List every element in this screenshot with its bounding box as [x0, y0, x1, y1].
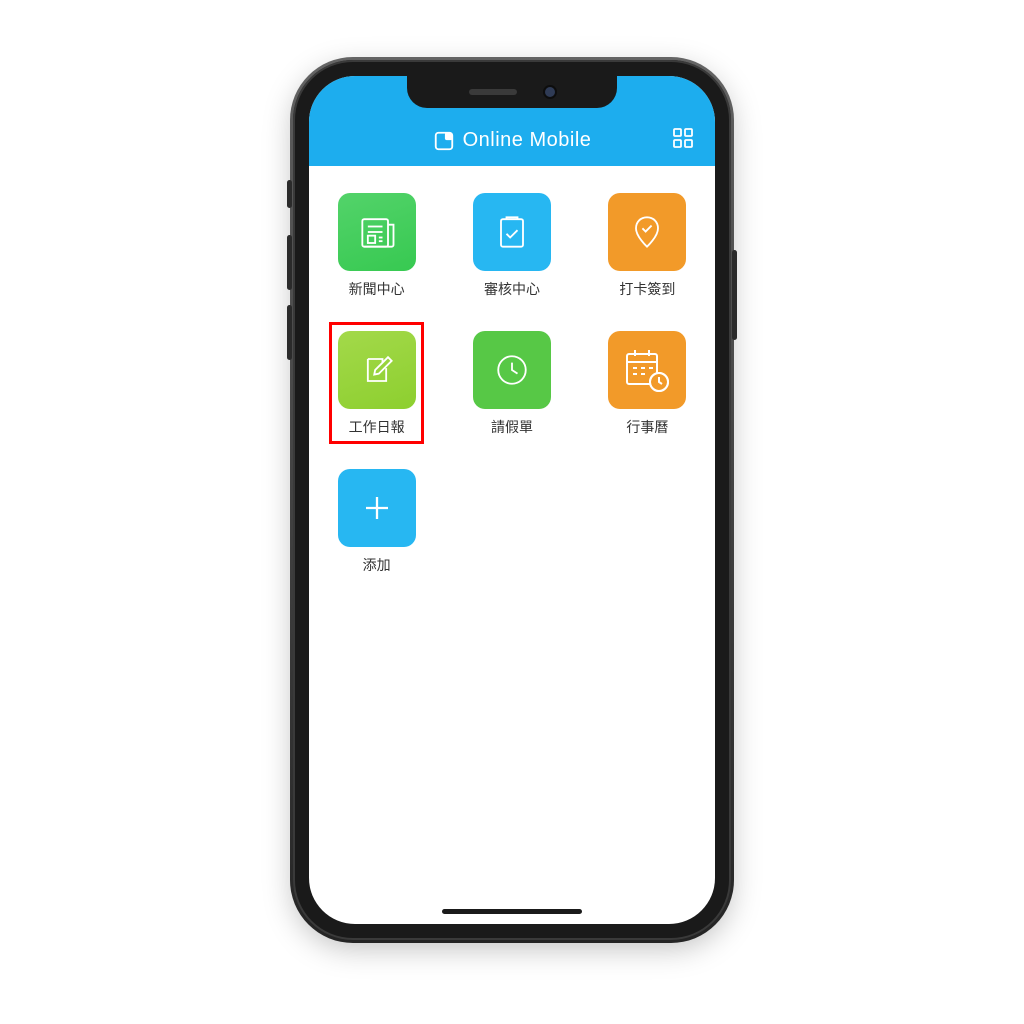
newspaper-icon: [355, 210, 399, 254]
app-item-report[interactable]: 工作日報: [329, 322, 424, 444]
app-tile: [338, 331, 416, 409]
app-label: 打卡簽到: [619, 279, 675, 299]
calendar-clock-icon: [621, 344, 673, 396]
app-label: 行事曆: [626, 417, 668, 437]
home-indicator[interactable]: [442, 909, 582, 914]
app-tile: [338, 469, 416, 547]
logo-square-icon: [433, 130, 455, 152]
plus-icon: [355, 486, 399, 530]
app-content: 新聞中心 審核中心: [309, 166, 715, 600]
power-button: [732, 250, 737, 340]
app-tile: [608, 331, 686, 409]
app-title: Online Mobile: [433, 129, 592, 152]
app-item-checkin[interactable]: 打卡簽到: [600, 184, 695, 306]
grid-menu-icon: [671, 126, 695, 150]
app-label: 審核中心: [484, 279, 540, 299]
app-item-leave[interactable]: 請假單: [464, 322, 559, 444]
front-camera: [545, 87, 555, 97]
volume-down-button: [287, 305, 292, 360]
app-item-add[interactable]: 添加: [329, 460, 424, 582]
notch: [407, 76, 617, 108]
app-tile: [473, 193, 551, 271]
app-label: 工作日報: [349, 417, 405, 437]
app-grid: 新聞中心 審核中心: [329, 184, 695, 582]
grid-menu-button[interactable]: [671, 126, 695, 150]
app-item-calendar[interactable]: 行事曆: [600, 322, 695, 444]
compose-icon: [355, 348, 399, 392]
app-label: 添加: [363, 555, 391, 575]
speaker-grille: [469, 89, 517, 95]
screen: Online Mobile: [309, 76, 715, 924]
phone-frame: Online Mobile: [293, 60, 731, 940]
clipboard-check-icon: [490, 210, 534, 254]
clock-icon: [490, 348, 534, 392]
silence-switch: [287, 180, 292, 208]
app-item-review[interactable]: 審核中心: [464, 184, 559, 306]
app-tile: [338, 193, 416, 271]
volume-up-button: [287, 235, 292, 290]
app-item-news[interactable]: 新聞中心: [329, 184, 424, 306]
app-tile: [608, 193, 686, 271]
app-tile: [473, 331, 551, 409]
app-title-text: Online Mobile: [463, 129, 592, 152]
app-label: 請假單: [491, 417, 533, 437]
app-label: 新聞中心: [349, 279, 405, 299]
location-check-icon: [625, 210, 669, 254]
